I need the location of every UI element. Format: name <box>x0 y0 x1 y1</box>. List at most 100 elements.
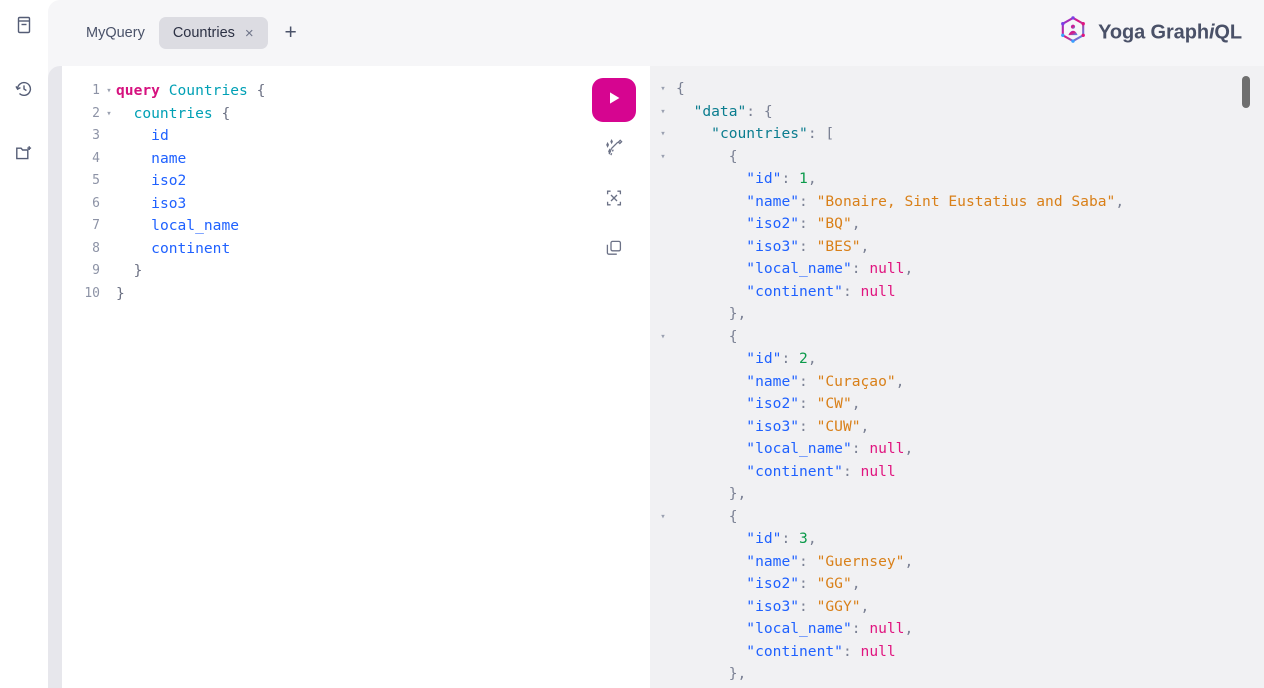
tab-label: MyQuery <box>86 25 145 41</box>
line-number: 7 <box>92 218 100 233</box>
brand-title: Yoga GraphiQL <box>1098 22 1242 45</box>
token-jpunc: { <box>676 147 738 165</box>
token-jstr: "Curaçao" <box>816 372 896 390</box>
brand: Yoga GraphiQL <box>1058 16 1242 51</box>
execute-toolbar <box>590 78 638 272</box>
prettify-button[interactable] <box>592 128 636 172</box>
tab-close-icon[interactable]: × <box>245 26 254 41</box>
token-jkey2: "iso3" <box>746 417 800 435</box>
token-punc <box>116 217 151 234</box>
fold-toggle-icon[interactable]: ▾ <box>650 101 676 124</box>
token-jpunc: , <box>904 620 914 637</box>
token-jkey2: "iso2" <box>746 575 800 592</box>
sidebar-item-history[interactable] <box>7 72 41 106</box>
token-jpunc: : <box>851 620 870 637</box>
token-jstr: "BES" <box>816 237 861 255</box>
fold-toggle-icon[interactable]: ▾ <box>650 326 676 349</box>
token-jkey: "data" <box>693 102 747 120</box>
response-line: }, <box>650 483 1264 506</box>
sidebar-item-docs[interactable] <box>7 8 41 42</box>
token-jpunc: : <box>851 260 870 277</box>
query-editor-pane: 1 ▾ query Countries {2 ▾ countries {3 id 4 n… <box>48 66 650 688</box>
token-jpunc <box>676 530 746 547</box>
merge-fragments-button[interactable] <box>592 178 636 222</box>
response-text: { <box>676 146 738 169</box>
code-line: 9 } <box>62 260 650 283</box>
line-number: 6 <box>92 195 100 211</box>
token-jkey2: "iso3" <box>746 237 800 255</box>
execute-query-button[interactable] <box>592 78 636 122</box>
response-text: "data": { <box>676 101 773 124</box>
fold-toggle-icon[interactable]: ▾ <box>650 123 676 146</box>
response-line: }, <box>650 663 1264 686</box>
code-text: query Countries { <box>116 80 265 103</box>
token-kw: query <box>116 82 160 99</box>
brand-title-prefix: Yoga Graph <box>1098 21 1209 44</box>
response-line: "local_name": null, <box>650 618 1264 641</box>
response-line: "iso2": "BQ", <box>650 213 1264 236</box>
response-scrollbar-thumb[interactable] <box>1242 76 1250 108</box>
token-jpunc: : <box>781 350 800 367</box>
token-jstr: "GGY" <box>816 597 861 615</box>
fold-toggle-icon[interactable]: ▾ <box>650 506 676 529</box>
fold-toggle-icon[interactable]: ▾ <box>650 146 676 169</box>
fold-toggle-icon[interactable]: ▾ <box>102 80 116 103</box>
token-jpunc: , <box>860 237 870 255</box>
token-punc <box>116 127 151 144</box>
token-jpunc: : <box>851 440 870 457</box>
query-editor[interactable]: 1 ▾ query Countries {2 ▾ countries {3 id 4 n… <box>62 66 650 688</box>
token-jnull: null <box>860 282 896 300</box>
response-text: }, <box>676 303 747 326</box>
token-fieldname: iso2 <box>151 172 187 189</box>
line-number: 1 <box>92 83 100 98</box>
token-fieldname: name <box>151 149 187 167</box>
response-text: }, <box>676 483 747 506</box>
code-line: 6 iso3 <box>62 193 650 216</box>
token-jpunc: : { <box>746 102 773 120</box>
token-jpunc <box>676 440 746 457</box>
response-line: "local_name": null, <box>650 258 1264 281</box>
code-line: 1 ▾ query Countries { <box>62 80 650 103</box>
token-jkey2: "iso2" <box>746 215 800 232</box>
tab-myquery[interactable]: MyQuery <box>72 17 159 49</box>
line-number: 9 <box>92 263 100 278</box>
response-text: "iso2": "GG", <box>676 573 860 596</box>
token-jkey2: "name" <box>746 552 800 570</box>
tab-countries[interactable]: Countries × <box>158 17 268 49</box>
token-jpunc <box>676 463 746 480</box>
token-jkey2: "continent" <box>746 462 843 480</box>
code-text: local_name <box>116 215 239 238</box>
token-jpunc: : <box>842 642 861 660</box>
token-jpunc: , <box>851 215 861 232</box>
copy-query-button[interactable] <box>592 228 636 272</box>
copy-icon <box>603 237 625 264</box>
fold-toggle-icon[interactable]: ▾ <box>650 78 676 101</box>
brand-title-suffix: QL <box>1214 21 1242 44</box>
magic-wand-icon <box>603 137 625 164</box>
code-text: countries { <box>116 103 231 126</box>
add-tab-button[interactable]: + <box>276 18 306 48</box>
token-fieldname: local_name <box>151 217 240 234</box>
token-jnum: 1 <box>799 170 808 187</box>
token-jpunc: , <box>851 395 861 412</box>
token-jnull: null <box>860 642 896 660</box>
response-text: "id": 2, <box>676 348 816 371</box>
token-punc: { <box>212 104 231 122</box>
fold-toggle-icon[interactable]: ▾ <box>102 103 116 126</box>
token-jstr: "Bonaire, Sint Eustatius and Saba" <box>816 192 1116 210</box>
token-jpunc <box>676 350 746 367</box>
token-jpunc <box>676 373 746 390</box>
token-jstr: "Guernsey" <box>816 552 905 570</box>
response-text: "iso2": "BQ", <box>676 213 861 236</box>
pane-drag-handle-left[interactable] <box>48 66 62 688</box>
sidebar-item-new-folder[interactable] <box>7 136 41 170</box>
token-punc <box>116 172 151 189</box>
token-jnum: 2 <box>799 350 808 367</box>
token-jkey2: "iso3" <box>746 597 800 615</box>
docs-icon <box>14 15 34 35</box>
code-text: } <box>116 283 125 306</box>
token-jpunc: { <box>676 327 738 345</box>
response-scrollbar[interactable] <box>1242 66 1252 688</box>
token-jpunc: , <box>904 440 914 457</box>
response-viewer[interactable]: ▾{▾ "data": {▾ "countries": [▾ { "id": 1… <box>650 66 1264 688</box>
